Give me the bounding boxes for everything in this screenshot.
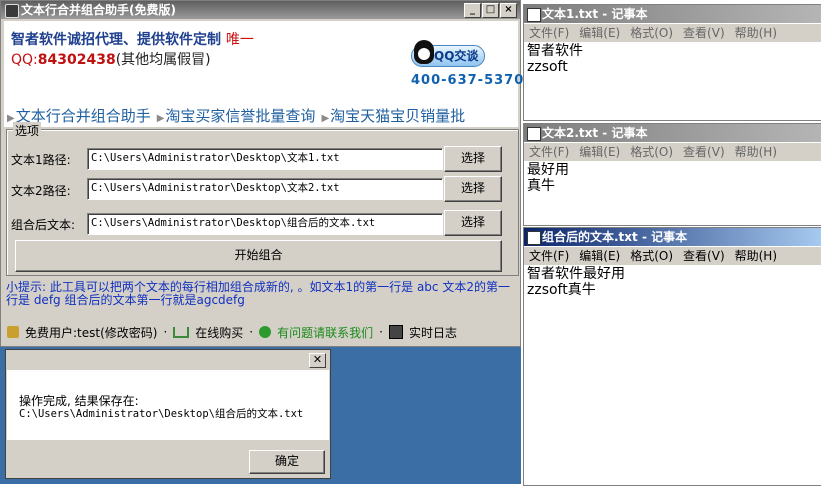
notepad-text1-title: 文本1.txt - 记事本 [542,7,648,21]
select-text2-button[interactable]: 选择 [444,176,502,202]
notepad-output-title: 组合后的文本.txt - 记事本 [542,230,688,244]
notepad-output-titlebar[interactable]: 组合后的文本.txt - 记事本 [524,228,821,246]
output-path-label: 组合后文本: [11,218,76,232]
notepad-text2-title: 文本2.txt - 记事本 [542,126,648,140]
output-path-input[interactable]: C:\Users\Administrator\Desktop\组合后的文本.tx… [87,213,443,235]
menu-edit[interactable]: 编辑(E) [574,143,625,161]
text1-path-label: 文本1路径: [11,153,71,167]
dialog-body: 操作完成, 结果保存在: C:\Users\Administrator\Desk… [7,370,329,440]
tip-line-2: 行是 defg 组合后的文本第一行就是agcdefg [6,293,245,307]
phone-number: 400-637-5370 [411,73,525,88]
menu-format[interactable]: 格式(O) [625,24,678,42]
options-group-label: 选项 [13,122,42,139]
status-bar: 免费用户:test(修改密码) · 在线购买 · 有问题请联系我们 · 实时日志 [1,319,526,345]
product-links: ▶文本行合并组合助手 ▶淘宝买家信誉批量查询 ▶淘宝天猫宝贝销量批 [7,105,465,126]
maximize-icon: □ [485,4,496,15]
nav-link-3[interactable]: ▶淘宝天猫宝贝销量批 [321,105,465,126]
nav-link-2[interactable]: ▶淘宝买家信誉批量查询 [157,105,316,126]
title-bar[interactable]: 文本行合并组合助手(免费版) _ □ × [1,1,520,19]
window-title: 文本行合并组合助手(免费版) [21,3,176,17]
notepad-icon [527,231,541,245]
separator: · [249,325,254,339]
realtime-log-link[interactable]: 实时日志 [409,324,457,341]
dialog-path: C:\Users\Administrator\Desktop\组合后的文本.tx… [19,408,304,420]
menu-edit[interactable]: 编辑(E) [574,24,625,42]
close-icon: ✕ [312,353,323,366]
minimize-icon: _ [470,4,475,15]
notepad-output-menu: 文件(F) 编辑(E) 格式(O) 查看(V) 帮助(H) [524,247,821,265]
ad-line1: 智者软件诚招代理、提供软件定制 唯一 [11,29,254,49]
text1-path-input[interactable]: C:\Users\Administrator\Desktop\文本1.txt [87,148,443,170]
menu-file[interactable]: 文件(F) [524,247,574,265]
menu-file[interactable]: 文件(F) [524,24,574,42]
app-icon [5,4,19,18]
qq-chat-label: QQ交谈 [434,49,479,63]
notepad-text1-window: 文本1.txt - 记事本 文件(F) 编辑(E) 格式(O) 查看(V) 帮助… [523,4,821,121]
notepad-text2-window: 文本2.txt - 记事本 文件(F) 编辑(E) 格式(O) 查看(V) 帮助… [523,123,821,226]
separator: · [379,325,383,339]
text2-path-label: 文本2路径: [11,184,71,198]
ad-tail: 唯一 [225,32,254,48]
result-dialog: ✕ 操作完成, 结果保存在: C:\Users\Administrator\De… [5,349,331,479]
select-text1-button[interactable]: 选择 [444,146,502,172]
qq-number: 84302438 [37,52,116,68]
menu-format[interactable]: 格式(O) [625,143,678,161]
menu-help[interactable]: 帮助(H) [730,247,782,265]
menu-view[interactable]: 查看(V) [678,24,730,42]
notepad-output-window: 组合后的文本.txt - 记事本 文件(F) 编辑(E) 格式(O) 查看(V)… [523,227,821,486]
ad-line2: QQ:84302438(其他均属假冒) [11,49,211,69]
menu-file[interactable]: 文件(F) [524,143,574,161]
ad-text: 智者软件诚招代理、提供软件定制 [11,32,221,48]
maximize-button[interactable]: □ [482,3,499,18]
start-combine-button[interactable]: 开始组合 [15,240,502,272]
log-icon [388,325,403,339]
notepad-text2-menu: 文件(F) 编辑(E) 格式(O) 查看(V) 帮助(H) [524,143,821,161]
minimize-button[interactable]: _ [464,3,481,18]
tip-text: 小提示: 此工具可以把两个文本的每行相加组合成新的, 。如文本1的第一行是 ab… [6,281,518,307]
buy-online-link[interactable]: 在线购买 [195,324,243,341]
qq-label: QQ: [11,52,38,68]
user-status[interactable]: 免费用户:test(修改密码) [25,324,157,341]
contact-icon [259,326,272,338]
main-window: 文本行合并组合助手(免费版) _ □ × 智者软件诚招代理、提供软件定制 唯一 … [0,0,525,347]
close-icon: × [504,4,513,15]
menu-format[interactable]: 格式(O) [625,247,678,265]
notepad-output-content[interactable]: 智者软件最好用 zzsoft真牛 [527,266,625,298]
notepad-text2-content[interactable]: 最好用 真牛 [527,162,569,194]
separator: · [163,325,168,339]
menu-view[interactable]: 查看(V) [678,143,730,161]
select-output-button[interactable]: 选择 [444,210,502,236]
contact-us-link[interactable]: 有问题请联系我们 [277,324,373,341]
close-button[interactable]: × [500,3,517,18]
qq-note: (其他均属假冒) [115,52,211,68]
penguin-icon [414,40,434,64]
notepad-text1-menu: 文件(F) 编辑(E) 格式(O) 查看(V) 帮助(H) [524,24,821,42]
notepad-icon [527,8,541,22]
ok-button[interactable]: 确定 [249,450,325,474]
qq-chat-button[interactable]: QQ交谈 [411,40,485,67]
text2-path-input[interactable]: C:\Users\Administrator\Desktop\文本2.txt [87,178,443,200]
menu-view[interactable]: 查看(V) [678,247,730,265]
notepad-icon [527,127,541,141]
cart-icon [173,326,190,338]
lock-icon [7,326,19,338]
menu-edit[interactable]: 编辑(E) [574,247,625,265]
dialog-close-button[interactable]: ✕ [309,353,326,368]
notepad-text1-content[interactable]: 智者软件 zzsoft [527,43,583,75]
notepad-text2-titlebar[interactable]: 文本2.txt - 记事本 [524,124,821,142]
menu-help[interactable]: 帮助(H) [730,143,782,161]
menu-help[interactable]: 帮助(H) [730,24,782,42]
notepad-text1-titlebar[interactable]: 文本1.txt - 记事本 [524,5,821,23]
